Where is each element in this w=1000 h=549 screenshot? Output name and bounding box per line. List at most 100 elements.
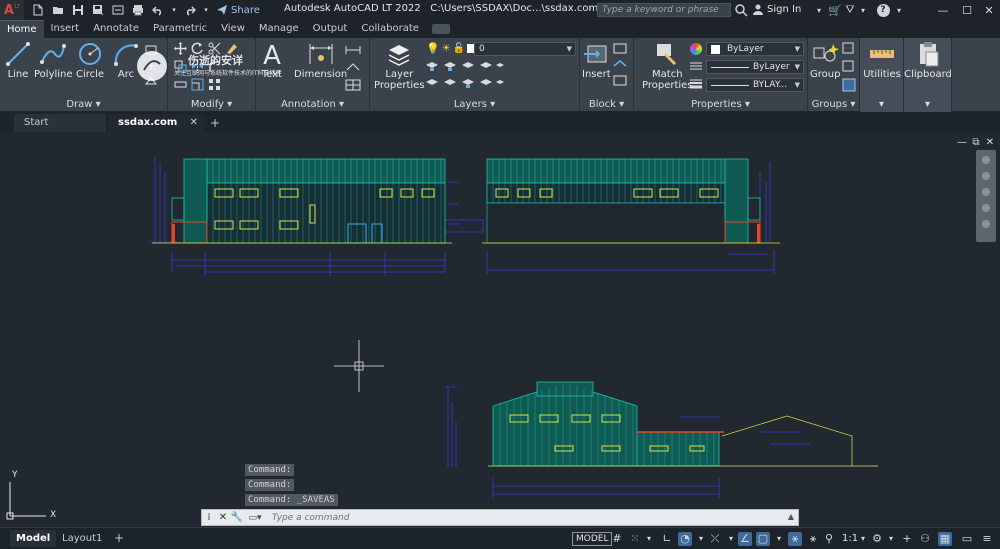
isolate-objects-icon[interactable]: ⚇	[918, 532, 932, 546]
undo-dropdown-icon[interactable]: ▾	[170, 3, 178, 17]
isodraft-dropdown-icon[interactable]: ▾	[724, 532, 738, 546]
help-icon[interactable]: ?	[876, 3, 890, 17]
circle-tool-button[interactable]: Circle	[76, 40, 104, 80]
new-file-icon[interactable]	[30, 3, 46, 17]
panel-groups-title[interactable]: Groups ▾	[808, 99, 859, 110]
recent-commands-icon[interactable]: ▭▾	[244, 510, 266, 525]
maximize-icon[interactable]: ☐	[956, 0, 978, 20]
close-tab-icon[interactable]: ✕	[190, 114, 198, 132]
help-dropdown-icon[interactable]: ▾	[892, 3, 906, 17]
model-space-toggle[interactable]: MODEL	[572, 532, 613, 546]
command-line-close-icon[interactable]: ✕	[216, 510, 230, 525]
tab-start[interactable]: Start	[14, 114, 106, 132]
viewport-restore-icon[interactable]: ⧉	[970, 136, 982, 148]
polyline-tool-button[interactable]: Polyline	[34, 40, 73, 80]
command-line-grip-icon[interactable]: ⁞	[202, 510, 216, 525]
command-history-toggle-icon[interactable]: ▲	[788, 512, 794, 521]
panel-properties-title[interactable]: Properties ▾	[634, 99, 807, 110]
clipboard-dropdown-icon[interactable]: ▾	[904, 99, 951, 110]
cart-icon[interactable]: 🛒	[828, 3, 842, 17]
clipboard-button[interactable]: Clipboard	[904, 40, 952, 80]
customization-menu-icon[interactable]: ≡	[980, 532, 994, 546]
open-folder-icon[interactable]	[50, 3, 66, 17]
redo-icon[interactable]	[182, 3, 198, 17]
lineweight-icon[interactable]	[690, 79, 702, 89]
text-tool-button[interactable]: A Text	[258, 40, 286, 80]
navbar-dot-icon[interactable]	[982, 156, 990, 164]
command-input[interactable]: Type a command	[272, 513, 349, 523]
navbar-dot-icon[interactable]	[982, 204, 990, 212]
panel-layers-title[interactable]: Layers ▾	[370, 99, 579, 110]
ribbon-options-icon[interactable]	[431, 24, 450, 34]
drawing-viewport[interactable]: Y X — ⧉ ✕ Command: Command: Command: _SA…	[0, 132, 1000, 527]
tab-insert[interactable]: Insert	[44, 20, 87, 38]
workspace-dropdown-icon[interactable]: ▾	[884, 532, 898, 546]
utilities-button[interactable]: Utilities	[863, 40, 901, 80]
tab-view[interactable]: View	[214, 20, 252, 38]
ortho-icon[interactable]: ∟	[660, 532, 674, 546]
sign-in-dropdown-icon[interactable]: ▾	[812, 3, 826, 17]
panel-draw-title[interactable]: Draw ▾	[0, 99, 167, 110]
command-line-customize-icon[interactable]: 🔧	[230, 510, 244, 525]
tab-parametric[interactable]: Parametric	[146, 20, 214, 38]
object-snap-icon[interactable]: ▢	[756, 532, 770, 546]
panel-annotation-title[interactable]: Annotation ▾	[256, 99, 369, 110]
viewport-minimize-icon[interactable]: —	[956, 136, 968, 148]
tab-manage[interactable]: Manage	[252, 20, 306, 38]
tab-layout1[interactable]: Layout1	[56, 530, 108, 547]
insert-block-button[interactable]: Insert	[582, 40, 611, 80]
annotation-more-tools-icon[interactable]	[344, 44, 364, 94]
tab-model[interactable]: Model	[10, 530, 57, 547]
layer-dropdown[interactable]: 0 ▼	[474, 42, 576, 56]
hardware-acceleration-icon[interactable]: ▦	[938, 532, 952, 546]
save-as-icon[interactable]	[90, 3, 106, 17]
annotation-scale-icon[interactable]: ⚲	[822, 532, 836, 546]
navigation-bar[interactable]	[976, 150, 996, 242]
a360-dropdown-icon[interactable]: ▾	[856, 3, 870, 17]
snap-mode-icon[interactable]: ⁙	[628, 532, 642, 546]
navbar-dot-icon[interactable]	[982, 172, 990, 180]
annotation-visibility-icon[interactable]: ⚹	[788, 532, 802, 546]
search-icon[interactable]	[734, 3, 748, 17]
dimension-tool-button[interactable]: Dimension	[294, 40, 347, 80]
app-logo[interactable]: A LT	[0, 0, 24, 20]
layer-unlock-icon[interactable]: 🔓	[453, 43, 465, 54]
isodraft-icon[interactable]: ⤫	[708, 532, 722, 546]
layer-thaw-sun-icon[interactable]: ☀	[442, 43, 451, 54]
grid-icon[interactable]: #	[610, 532, 624, 546]
redo-dropdown-icon[interactable]: ▾	[202, 3, 210, 17]
group-tools-icons[interactable]	[842, 42, 856, 92]
panel-block-title[interactable]: Block ▾	[580, 99, 633, 110]
polar-dropdown-icon[interactable]: ▾	[694, 532, 708, 546]
polar-tracking-icon[interactable]: ◔	[678, 532, 692, 546]
navbar-dot-icon[interactable]	[982, 188, 990, 196]
save-icon[interactable]	[70, 3, 86, 17]
tab-collaborate[interactable]: Collaborate	[354, 20, 426, 38]
navbar-dot-icon[interactable]	[982, 220, 990, 228]
add-layout-button[interactable]: +	[108, 530, 130, 547]
plot-icon[interactable]	[130, 3, 146, 17]
match-properties-button[interactable]: Match Properties	[642, 40, 693, 91]
layer-on-lightbulb-icon[interactable]: 💡	[426, 42, 440, 55]
share-button[interactable]: Share	[216, 4, 260, 16]
block-tools-icons[interactable]	[612, 42, 630, 90]
plus-icon[interactable]: +	[900, 532, 914, 546]
viewport-close-icon[interactable]: ✕	[984, 136, 996, 148]
object-snap-dropdown-icon[interactable]: ▾	[772, 532, 786, 546]
lineweight-dropdown[interactable]: BYLAY... ▼	[706, 78, 804, 92]
sign-in-button[interactable]: Sign In	[752, 3, 801, 15]
search-input[interactable]: Type a keyword or phrase	[597, 3, 731, 17]
cad-drawing[interactable]: Y X	[0, 132, 1000, 527]
line-tool-button[interactable]: Line	[4, 40, 32, 80]
layer-tools-icons[interactable]	[424, 60, 504, 94]
tab-ssdax-drawing[interactable]: ssdax.com ✕	[108, 114, 204, 132]
annotation-scale-dropdown-icon[interactable]: ▾	[856, 532, 870, 546]
color-dropdown[interactable]: ByLayer ▼	[706, 42, 804, 56]
object-snap-tracking-icon[interactable]: ∠	[738, 532, 752, 546]
layer-properties-button[interactable]: Layer Properties	[374, 40, 425, 91]
auto-scale-icon[interactable]: ⚹	[806, 532, 820, 546]
close-icon[interactable]: ✕	[978, 0, 1000, 20]
undo-icon[interactable]	[150, 3, 166, 17]
utilities-dropdown-icon[interactable]: ▾	[860, 99, 903, 110]
group-button[interactable]: Group	[810, 40, 840, 80]
